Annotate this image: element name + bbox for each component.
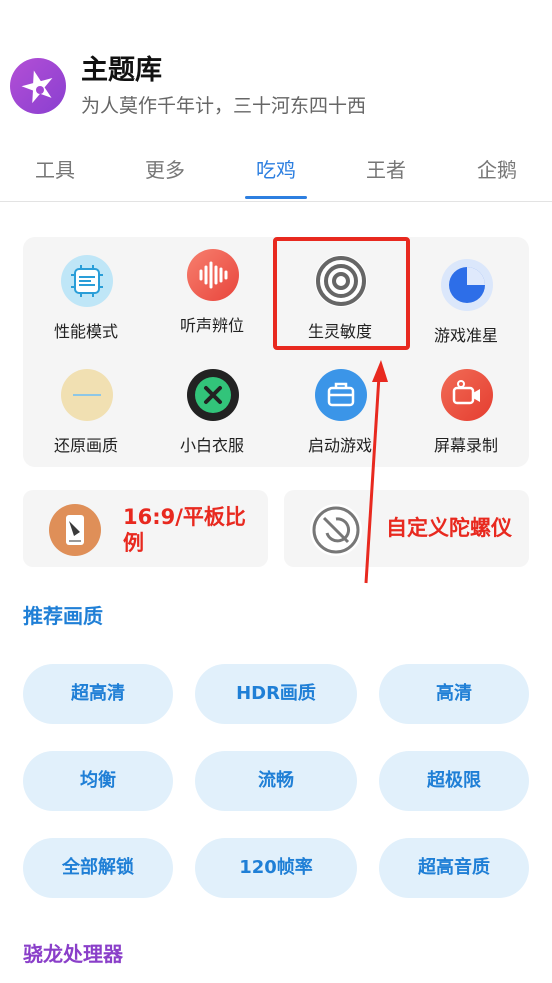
video-camera-icon bbox=[441, 369, 493, 421]
tool-white-clothes[interactable]: 小白衣服 bbox=[149, 357, 275, 457]
annotation-highlight-box bbox=[273, 237, 410, 350]
tab-more[interactable]: 更多 bbox=[110, 150, 220, 190]
page-title: 主题库 bbox=[81, 55, 162, 86]
tool-label: 性能模式 bbox=[53, 322, 118, 341]
active-tab-indicator bbox=[245, 196, 307, 199]
chip-hd[interactable]: 高清 bbox=[379, 664, 529, 724]
sound-wave-icon bbox=[187, 249, 239, 301]
tool-crosshair[interactable]: 游戏准星 bbox=[403, 247, 529, 347]
tool-screen-record[interactable]: 屏幕录制 bbox=[403, 357, 529, 457]
tool-label: 还原画质 bbox=[53, 436, 118, 455]
tab-honor-of-kings[interactable]: 王者 bbox=[331, 150, 441, 190]
tab-tools[interactable]: 工具 bbox=[0, 150, 110, 190]
tool-label: 小白衣服 bbox=[179, 436, 244, 455]
briefcase-icon bbox=[315, 369, 367, 421]
section-title-recommended: 推荐画质 bbox=[23, 604, 103, 628]
tab-penguin[interactable]: 企鹅 bbox=[442, 150, 552, 190]
card-custom-gyroscope[interactable]: 自定义陀螺仪 bbox=[284, 490, 529, 567]
tab-divider bbox=[0, 201, 552, 202]
tool-label: 听声辨位 bbox=[179, 316, 244, 335]
chip-unlock-all[interactable]: 全部解锁 bbox=[23, 838, 173, 898]
tablet-phone-icon bbox=[49, 504, 101, 556]
tool-label: 启动游戏 bbox=[307, 436, 372, 455]
close-circle-icon bbox=[187, 369, 239, 421]
tool-sound-locate[interactable]: 听声辨位 bbox=[149, 237, 275, 337]
tool-restore-quality[interactable]: 还原画质 bbox=[23, 357, 149, 457]
chip-ultra-hd[interactable]: 超高清 bbox=[23, 664, 173, 724]
chip-balanced[interactable]: 均衡 bbox=[23, 751, 173, 811]
cpu-chip-icon bbox=[61, 255, 113, 307]
chip-ultra-audio[interactable]: 超高音质 bbox=[379, 838, 529, 898]
page-subtitle: 为人莫作千年计，三十河东四十西 bbox=[81, 95, 367, 117]
tab-bar: 工具 更多 吃鸡 王者 企鹅 bbox=[0, 150, 552, 202]
tab-pubg[interactable]: 吃鸡 bbox=[221, 150, 331, 190]
card-label: 16:9/平板比例 bbox=[123, 505, 246, 555]
restore-icon bbox=[61, 369, 113, 421]
tool-label: 屏幕录制 bbox=[433, 436, 498, 455]
card-label: 自定义陀螺仪 bbox=[386, 516, 512, 540]
card-aspect-ratio[interactable]: 16:9/平板比例 bbox=[23, 490, 268, 567]
app-logo-icon bbox=[10, 58, 66, 114]
app-header: 主题库 为人莫作千年计，三十河东四十西 bbox=[10, 52, 542, 122]
chip-120fps[interactable]: 120帧率 bbox=[195, 838, 357, 898]
chip-hdr[interactable]: HDR画质 bbox=[195, 664, 357, 724]
tool-label: 游戏准星 bbox=[433, 326, 498, 345]
tool-launch-game[interactable]: 启动游戏 bbox=[277, 357, 403, 457]
section-title-processor: 骁龙处理器 bbox=[23, 942, 123, 966]
chip-smooth[interactable]: 流畅 bbox=[195, 751, 357, 811]
tool-performance-mode[interactable]: 性能模式 bbox=[23, 243, 149, 343]
crosshair-icon bbox=[441, 259, 493, 311]
chip-extreme[interactable]: 超极限 bbox=[379, 751, 529, 811]
gyroscope-icon bbox=[310, 504, 362, 556]
